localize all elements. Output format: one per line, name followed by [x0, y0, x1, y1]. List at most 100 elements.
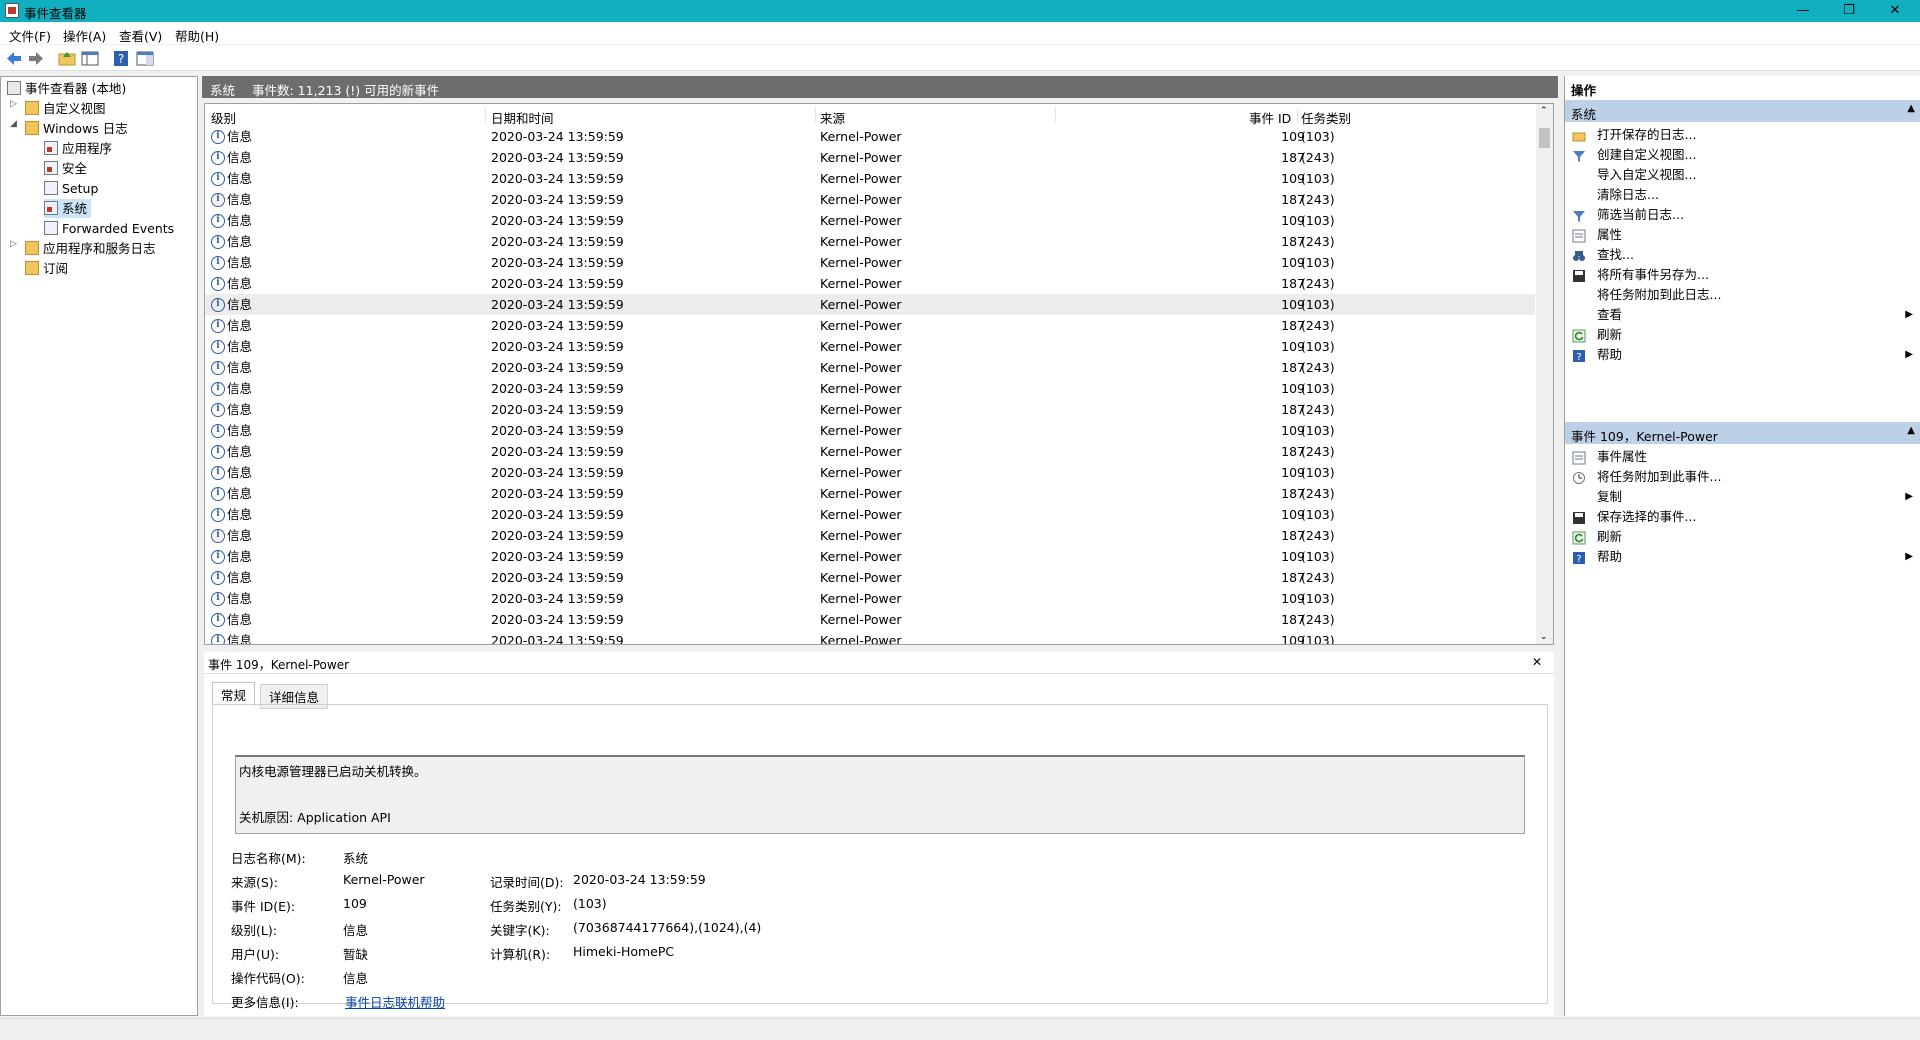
vertical-scrollbar[interactable]: ⌃ ⌄	[1536, 104, 1553, 644]
table-row[interactable]: i 信息 2020-03-24 13:59:59 Kernel-Power 187 (24…	[205, 273, 1535, 294]
minimize-button[interactable]: —	[1780, 0, 1826, 22]
action-item[interactable]: 复制 ▶	[1565, 486, 1920, 508]
cell-event-id: 109	[1281, 339, 1305, 354]
menu-action[interactable]: 操作(A)	[63, 26, 106, 45]
column-header-level[interactable]: 级别	[211, 108, 236, 127]
menu-file[interactable]: 文件(F)	[9, 26, 51, 45]
cell-datetime: 2020-03-24 13:59:59	[491, 318, 624, 333]
column-header-event-id[interactable]: 事件 ID	[1249, 108, 1291, 127]
action-item[interactable]: 筛选当前日志...	[1565, 204, 1920, 226]
table-row[interactable]: i 信息 2020-03-24 13:59:59 Kernel-Power 109 (10…	[205, 126, 1535, 147]
tree-item-subscriptions[interactable]: 订阅	[25, 259, 68, 278]
menu-view[interactable]: 查看(V)	[119, 26, 162, 45]
expand-chevron-icon[interactable]: ▷	[10, 99, 20, 109]
table-row[interactable]: i 信息 2020-03-24 13:59:59 Kernel-Power 187 (24…	[205, 441, 1535, 462]
action-item[interactable]: 查看 ▶	[1565, 304, 1920, 326]
tree-item-system[interactable]: 系统	[44, 199, 92, 218]
show-action-pane-icon[interactable]	[136, 50, 154, 67]
action-item[interactable]: 将任务附加到此事件...	[1565, 466, 1920, 488]
tree-item-security[interactable]: 安全	[44, 159, 87, 178]
collapse-section-icon[interactable]: ▲	[1907, 425, 1915, 436]
table-row[interactable]: i 信息 2020-03-24 13:59:59 Kernel-Power 187 (24…	[205, 567, 1535, 588]
action-item[interactable]: 刷新	[1565, 324, 1920, 346]
actions-section-system[interactable]: 系统 ▲	[1565, 100, 1920, 122]
column-header-datetime[interactable]: 日期和时间	[491, 108, 554, 127]
scroll-down-icon[interactable]: ⌄	[1540, 632, 1548, 642]
tree-item-application[interactable]: 应用程序	[44, 139, 112, 158]
column-divider[interactable]	[1297, 107, 1298, 123]
tree-item-custom-views[interactable]: 自定义视图	[25, 99, 106, 118]
table-row[interactable]: i 信息 2020-03-24 13:59:59 Kernel-Power 109 (10…	[205, 546, 1535, 567]
column-divider[interactable]	[815, 107, 816, 123]
action-item[interactable]: 保存选择的事件...	[1565, 506, 1920, 528]
table-row[interactable]: i 信息 2020-03-24 13:59:59 Kernel-Power 187 (24…	[205, 147, 1535, 168]
collapse-section-icon[interactable]: ▲	[1907, 103, 1915, 114]
actions-section-event[interactable]: 事件 109，Kernel-Power ▲	[1565, 422, 1920, 444]
action-item[interactable]: 将任务附加到此日志...	[1565, 284, 1920, 306]
table-row[interactable]: i 信息 2020-03-24 13:59:59 Kernel-Power 109 (10…	[205, 504, 1535, 525]
cell-task-category: (103)	[1301, 129, 1335, 144]
table-row[interactable]: i 信息 2020-03-24 13:59:59 Kernel-Power 187 (24…	[205, 189, 1535, 210]
table-row[interactable]: i 信息 2020-03-24 13:59:59 Kernel-Power 109 (10…	[205, 252, 1535, 273]
cell-event-id: 109	[1281, 633, 1305, 645]
close-detail-button[interactable]: ✕	[1532, 655, 1542, 669]
action-item[interactable]: ? 帮助 ▶	[1565, 344, 1920, 366]
table-row[interactable]: i 信息 2020-03-24 13:59:59 Kernel-Power 187 (24…	[205, 399, 1535, 420]
up-folder-icon[interactable]	[58, 50, 76, 67]
table-row[interactable]: i 信息 2020-03-24 13:59:59 Kernel-Power 109 (10…	[205, 168, 1535, 189]
table-row[interactable]: i 信息 2020-03-24 13:59:59 Kernel-Power 187 (24…	[205, 525, 1535, 546]
restore-button[interactable]: ❐	[1826, 0, 1872, 22]
table-row[interactable]: i 信息 2020-03-24 13:59:59 Kernel-Power 109 (10…	[205, 462, 1535, 483]
action-item[interactable]: 将所有事件另存为...	[1565, 264, 1920, 286]
table-row[interactable]: i 信息 2020-03-24 13:59:59 Kernel-Power 109 (10…	[205, 630, 1535, 645]
collapse-chevron-icon[interactable]: ◢	[10, 119, 20, 129]
cell-event-id: 187	[1281, 528, 1305, 543]
cell-level: 信息	[227, 633, 253, 645]
column-header-source[interactable]: 来源	[820, 108, 845, 127]
action-item[interactable]: 属性	[1565, 224, 1920, 246]
cell-task-category: (103)	[1301, 465, 1335, 480]
tree-item-event-viewer-local[interactable]: 事件查看器 (本地)	[7, 79, 126, 98]
show-hide-tree-icon[interactable]	[81, 50, 99, 67]
tab-general[interactable]: 常规	[212, 682, 256, 706]
column-divider[interactable]	[1055, 107, 1056, 123]
action-item[interactable]: 刷新	[1565, 526, 1920, 548]
table-row[interactable]: i 信息 2020-03-24 13:59:59 Kernel-Power 109 (10…	[205, 378, 1535, 399]
table-row[interactable]: i 信息 2020-03-24 13:59:59 Kernel-Power 109 (10…	[205, 210, 1535, 231]
action-item[interactable]: 清除日志...	[1565, 184, 1920, 206]
table-row[interactable]: i 信息 2020-03-24 13:59:59 Kernel-Power 187 (24…	[205, 315, 1535, 336]
table-row[interactable]: i 信息 2020-03-24 13:59:59 Kernel-Power 109 (10…	[205, 336, 1535, 357]
action-item[interactable]: 创建自定义视图...	[1565, 144, 1920, 166]
table-row[interactable]: i 信息 2020-03-24 13:59:59 Kernel-Power 187 (24…	[205, 231, 1535, 252]
table-row[interactable]: i 信息 2020-03-24 13:59:59 Kernel-Power 109 (10…	[205, 588, 1535, 609]
scroll-up-icon[interactable]: ⌃	[1540, 106, 1548, 116]
table-row[interactable]: i 信息 2020-03-24 13:59:59 Kernel-Power 187 (24…	[205, 483, 1535, 504]
forward-arrow-icon[interactable]	[27, 50, 45, 67]
action-item[interactable]: 事件属性	[1565, 446, 1920, 468]
close-window-button[interactable]: ✕	[1872, 0, 1918, 22]
event-description[interactable]: 内核电源管理器已启动关机转换。 关机原因: Application API	[235, 755, 1525, 834]
info-icon: i	[211, 508, 225, 522]
menu-help[interactable]: 帮助(H)	[175, 26, 219, 45]
table-row[interactable]: i 信息 2020-03-24 13:59:59 Kernel-Power 109 (10…	[205, 294, 1535, 315]
tree-item-setup[interactable]: Setup	[44, 179, 98, 198]
tree-item-forwarded-events[interactable]: Forwarded Events	[44, 219, 174, 238]
action-item[interactable]: 查找...	[1565, 244, 1920, 266]
column-header-task-category[interactable]: 任务类别	[1301, 108, 1351, 127]
back-arrow-icon[interactable]	[5, 50, 23, 67]
help-icon[interactable]: ?	[112, 50, 130, 67]
table-row[interactable]: i 信息 2020-03-24 13:59:59 Kernel-Power 187 (24…	[205, 609, 1535, 630]
cell-datetime: 2020-03-24 13:59:59	[491, 528, 624, 543]
tree-item-windows-logs[interactable]: Windows 日志	[25, 119, 128, 138]
table-row[interactable]: i 信息 2020-03-24 13:59:59 Kernel-Power 187 (24…	[205, 357, 1535, 378]
table-row[interactable]: i 信息 2020-03-24 13:59:59 Kernel-Power 109 (10…	[205, 420, 1535, 441]
expand-chevron-icon[interactable]: ▷	[10, 239, 20, 249]
action-item[interactable]: 导入自定义视图...	[1565, 164, 1920, 186]
online-help-link[interactable]: 事件日志联机帮助	[345, 992, 445, 1011]
action-item[interactable]: ? 帮助 ▶	[1565, 546, 1920, 568]
cell-datetime: 2020-03-24 13:59:59	[491, 360, 624, 375]
column-divider[interactable]	[485, 107, 486, 123]
scrollbar-thumb[interactable]	[1539, 128, 1550, 148]
tree-item-app-service-logs[interactable]: 应用程序和服务日志	[25, 239, 156, 258]
action-item[interactable]: 打开保存的日志...	[1565, 124, 1920, 146]
